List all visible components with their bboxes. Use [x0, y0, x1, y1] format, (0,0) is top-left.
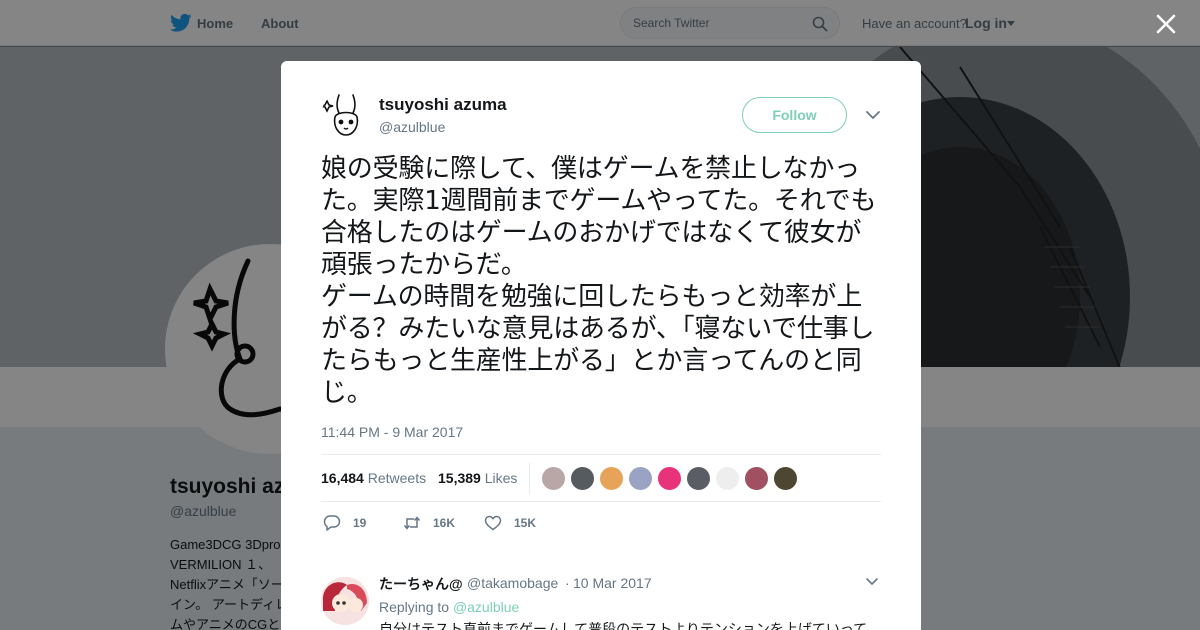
chevron-down-icon[interactable]: [865, 577, 879, 587]
stats-divider: [529, 463, 530, 495]
replying-to-link[interactable]: @azulblue: [453, 599, 519, 615]
tweet-modal: tsuyoshi azuma @azulblue Follow 娘の受験に際して…: [281, 61, 921, 630]
replying-to: Replying to @azulblue: [379, 599, 519, 615]
tweet-timestamp[interactable]: 11:44 PM - 9 Mar 2017: [321, 424, 463, 440]
author-handle[interactable]: @azulblue: [379, 119, 445, 135]
likes-label: Likes: [484, 470, 518, 486]
retweets-stat[interactable]: 16,484 Retweets: [321, 470, 426, 486]
likes-count: 15,389: [438, 470, 481, 486]
reply-button[interactable]: 19: [323, 513, 366, 533]
like-button[interactable]: 15K: [484, 513, 536, 533]
author-avatar[interactable]: [321, 91, 371, 141]
reply-text: 自分はテスト直前までゲームして普段のテストよりテンションを上げていって: [379, 622, 868, 630]
retweet-button[interactable]: 16K: [403, 513, 455, 533]
retweets-label: Retweets: [367, 470, 427, 486]
likes-stat[interactable]: 15,389 Likes: [438, 470, 517, 486]
chevron-down-icon[interactable]: [865, 109, 881, 121]
retweet-icon: [403, 516, 421, 530]
reply-separator: ·: [565, 575, 570, 591]
reply-author-handle[interactable]: @takamobage: [467, 575, 558, 591]
heart-icon: [484, 515, 502, 531]
retweets-count: 16,484: [321, 470, 364, 486]
retweet-count: 16K: [433, 516, 456, 530]
tweet-actions: 19 16K 15K: [321, 513, 881, 533]
anime-avatar-icon: [321, 577, 369, 625]
tweet-text: 娘の受験に際して、僕はゲームを禁止しなかった。実際1週間前までゲームやってた。そ…: [321, 154, 877, 408]
liker-avatar[interactable]: [541, 466, 566, 491]
close-icon[interactable]: [1154, 12, 1178, 36]
liker-avatar[interactable]: [599, 466, 624, 491]
liker-avatar[interactable]: [686, 466, 711, 491]
tweet-stats: 16,484 Retweets 15,389 Likes: [321, 454, 881, 502]
reply-avatar[interactable]: [321, 577, 369, 625]
liker-avatar[interactable]: [570, 466, 595, 491]
reply-count: 19: [353, 516, 367, 530]
liker-avatar[interactable]: [744, 466, 769, 491]
like-count: 15K: [514, 516, 537, 530]
bunny-avatar-icon: [321, 94, 359, 136]
replying-prefix: Replying to: [379, 599, 450, 615]
reply-author-name[interactable]: たーちゃん@: [379, 574, 463, 594]
liker-avatar[interactable]: [657, 466, 682, 491]
follow-button[interactable]: Follow: [742, 97, 847, 133]
liker-avatar[interactable]: [773, 466, 798, 491]
reply-date[interactable]: 10 Mar 2017: [573, 575, 652, 591]
reply-icon: [323, 515, 341, 531]
author-name[interactable]: tsuyoshi azuma: [379, 95, 507, 115]
liker-avatar[interactable]: [628, 466, 653, 491]
liker-avatar[interactable]: [715, 466, 740, 491]
